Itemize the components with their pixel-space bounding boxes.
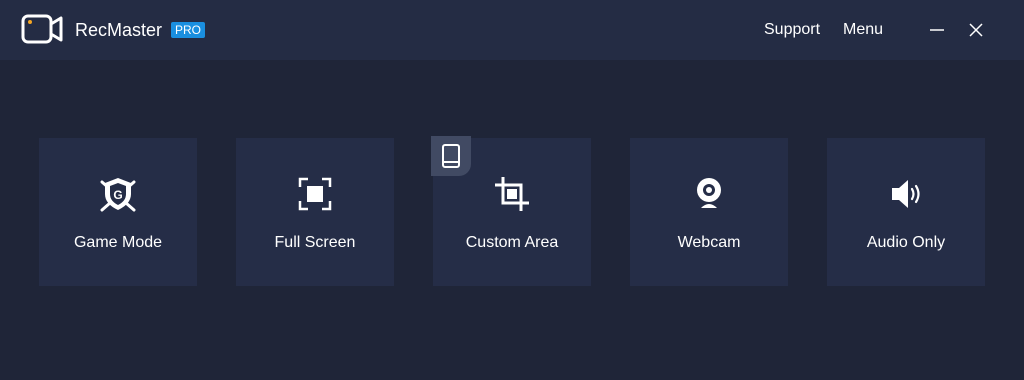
- webcam-label: Webcam: [677, 234, 741, 251]
- game-mode-button[interactable]: G Game Mode: [39, 138, 197, 286]
- game-shield-icon: G: [100, 178, 136, 212]
- speaker-icon: [892, 180, 920, 208]
- tablet-icon: [442, 144, 460, 168]
- app-name: RecMaster: [75, 20, 163, 40]
- webcam-icon: [697, 178, 721, 208]
- close-icon[interactable]: [964, 18, 988, 42]
- audio-only-button[interactable]: Audio Only: [827, 138, 985, 286]
- full-screen-button[interactable]: Full Screen: [236, 138, 394, 286]
- full-screen-label: Full Screen: [274, 234, 356, 251]
- audio-only-label: Audio Only: [866, 234, 946, 251]
- svg-text:G: G: [113, 188, 122, 202]
- crop-icon: [495, 177, 529, 211]
- pro-badge: PRO: [171, 22, 206, 38]
- webcam-button[interactable]: Webcam: [630, 138, 788, 286]
- minimize-icon[interactable]: [925, 18, 949, 42]
- game-mode-label: Game Mode: [73, 234, 163, 251]
- title-bar: RecMaster PRO Support Menu: [0, 0, 1024, 60]
- mobile-device-badge[interactable]: [431, 136, 471, 176]
- fullscreen-icon: [298, 177, 332, 211]
- support-link[interactable]: Support: [764, 20, 820, 40]
- menu-link[interactable]: Menu: [843, 20, 883, 40]
- camera-logo-icon: [21, 14, 63, 44]
- custom-area-label: Custom Area: [465, 234, 559, 251]
